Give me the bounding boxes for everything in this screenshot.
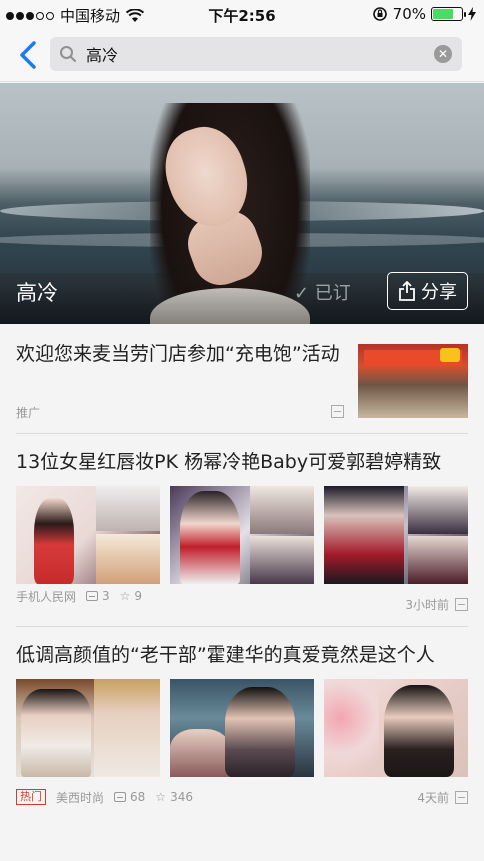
article-meta: 手机人民网 3 ☆ 9 3小时前 bbox=[16, 589, 468, 626]
article-time: 4天前 bbox=[417, 791, 449, 805]
hot-badge: 热门 bbox=[16, 789, 46, 805]
favorite-count-value: 9 bbox=[134, 589, 143, 603]
ad-thumbnail[interactable] bbox=[358, 344, 468, 418]
favorite-count: ☆ 9 bbox=[120, 589, 142, 603]
article-headline[interactable]: 低调高颜值的“老干部”霍建华的真爱竟然是这个人 bbox=[16, 627, 468, 669]
star-icon: ☆ bbox=[155, 790, 167, 804]
ad-item[interactable]: 欢迎您来麦当劳门店参加“充电饱”活动 推广 bbox=[16, 324, 468, 434]
ad-headline[interactable]: 欢迎您来麦当劳门店参加“充电饱”活动 bbox=[16, 340, 346, 368]
ad-meta: 推广 bbox=[16, 404, 40, 421]
favorite-count-value: 346 bbox=[170, 790, 193, 804]
search-input[interactable] bbox=[86, 37, 426, 71]
article-image[interactable] bbox=[324, 486, 468, 584]
comment-count-value: 3 bbox=[102, 589, 110, 603]
subscribed-button[interactable]: ✓ 已订 bbox=[294, 279, 351, 305]
ad-tag: 推广 bbox=[16, 406, 41, 420]
article-time: 3小时前 bbox=[405, 598, 449, 612]
article-images bbox=[16, 679, 468, 777]
battery-icon bbox=[431, 7, 466, 21]
article-image[interactable] bbox=[170, 486, 314, 584]
article-images bbox=[16, 486, 468, 584]
article-image[interactable] bbox=[16, 486, 160, 584]
dismiss-icon[interactable] bbox=[331, 405, 344, 418]
comment-icon bbox=[114, 792, 127, 802]
comment-count: 3 bbox=[86, 589, 110, 603]
comment-icon bbox=[86, 591, 99, 601]
comment-count-value: 68 bbox=[130, 790, 146, 804]
share-label: 分享 bbox=[421, 282, 457, 303]
battery-percent: 70% bbox=[392, 5, 426, 23]
search-icon bbox=[60, 46, 76, 62]
clear-search-icon[interactable]: ✕ bbox=[434, 45, 452, 63]
article-item[interactable]: 13位女星红唇妆PK 杨幂冷艳Baby可爱郭碧婷精致 手机人民网 3 ☆ 9 3小… bbox=[16, 434, 468, 627]
article-source: 美西时尚 bbox=[56, 790, 105, 805]
article-source: 手机人民网 bbox=[16, 589, 77, 604]
mcdonalds-logo bbox=[440, 348, 460, 362]
chevron-left-icon bbox=[20, 41, 36, 69]
favorite-count: ☆ 346 bbox=[155, 790, 193, 804]
share-icon bbox=[399, 281, 415, 301]
article-image[interactable] bbox=[324, 679, 468, 777]
search-navbar: ✕ bbox=[0, 28, 484, 82]
battery-fill bbox=[433, 9, 453, 19]
dismiss-icon[interactable] bbox=[455, 791, 468, 804]
article-meta: 热门 美西时尚 68 ☆ 346 4天前 bbox=[16, 789, 468, 805]
news-feed: 欢迎您来麦当劳门店参加“充电饱”活动 推广 13位女星红唇妆PK 杨幂冷艳Bab… bbox=[0, 324, 484, 805]
back-button[interactable] bbox=[14, 38, 44, 72]
topic-hero-banner: 高冷 ✓ 已订 分享 bbox=[0, 83, 484, 324]
rotation-lock-icon bbox=[372, 7, 387, 21]
article-image[interactable] bbox=[170, 679, 314, 777]
topic-title: 高冷 bbox=[16, 281, 58, 305]
dismiss-icon[interactable] bbox=[455, 598, 468, 611]
status-bar: 中国移动 下午2:56 70% bbox=[0, 0, 484, 28]
article-headline[interactable]: 13位女星红唇妆PK 杨幂冷艳Baby可爱郭碧婷精致 bbox=[16, 434, 468, 476]
share-button[interactable]: 分享 bbox=[387, 272, 468, 310]
article-item[interactable]: 低调高颜值的“老干部”霍建华的真爱竟然是这个人 热门 美西时尚 68 ☆ 346 … bbox=[16, 627, 468, 805]
star-icon: ☆ bbox=[119, 589, 131, 603]
search-box[interactable]: ✕ bbox=[50, 37, 462, 71]
article-image[interactable] bbox=[16, 679, 160, 777]
charging-bolt-icon bbox=[468, 7, 476, 21]
comment-count: 68 bbox=[114, 790, 145, 804]
